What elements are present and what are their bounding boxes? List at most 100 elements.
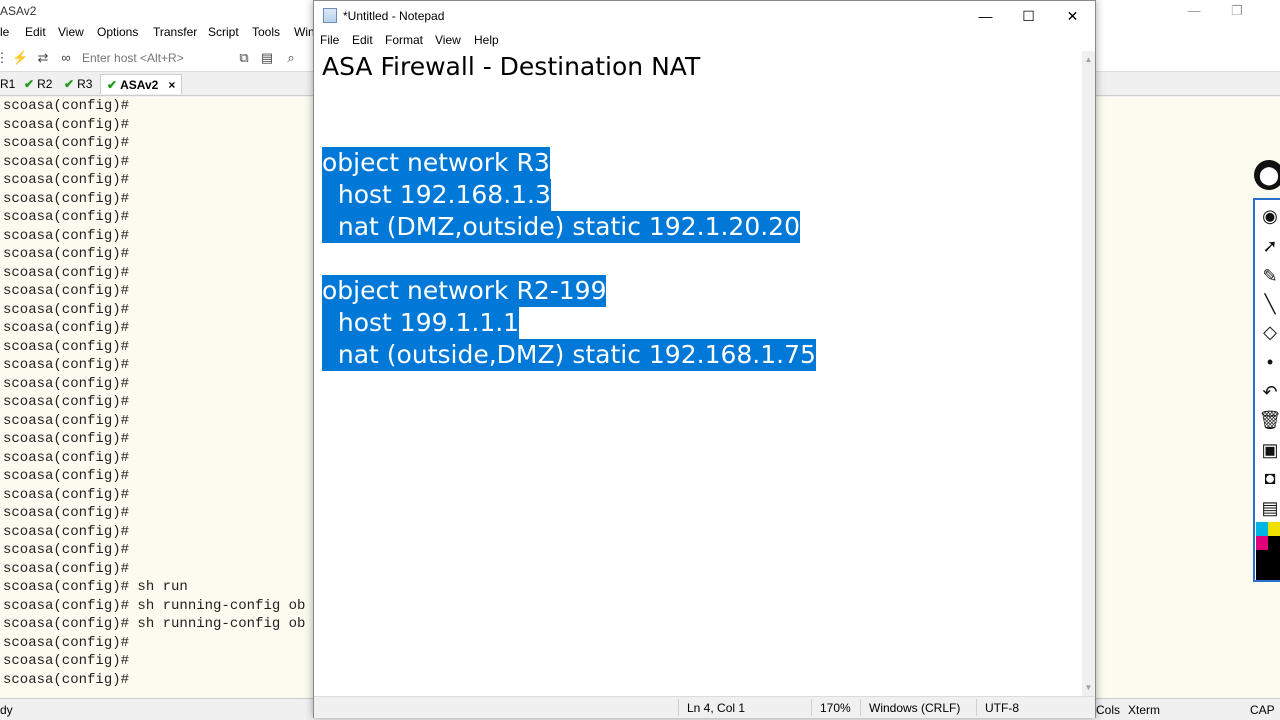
color-swatch-magenta[interactable] [1256,536,1268,550]
crt-window-title: ASAv2 [0,4,37,18]
pencil-icon[interactable]: ✎ [1258,264,1280,288]
document-text-line: host 192.168.1.3 [322,179,551,211]
lightning-icon[interactable]: ⚡ [12,50,28,66]
menu-edit[interactable]: Edit [352,33,373,47]
status-divider [678,699,679,716]
connect-icon[interactable]: ⋮ [0,50,10,66]
host-input[interactable] [82,49,227,67]
crt-status-ready: dy [0,703,13,717]
crt-status-terminal: Xterm [1128,703,1161,717]
crt-menu-transfer[interactable]: Transfer [153,25,197,39]
status-cursor-position: Ln 4, Col 1 [687,701,746,715]
draw-tool-logo-icon[interactable]: ⬤ [1254,160,1280,190]
notepad-text-area[interactable]: ASA Firewall - Destination NAT object net… [314,51,1082,696]
terminal-line: scoasa(config)# [3,227,130,244]
menu-format[interactable]: Format [385,33,423,47]
crt-menu-window[interactable]: Win [294,25,315,39]
status-encoding: UTF-8 [985,701,1019,715]
camera-icon[interactable]: ◘ [1258,466,1280,490]
terminal-line: scoasa(config)# [3,357,130,373]
color-swatch-yellow[interactable] [1268,522,1280,536]
color-swatch-black[interactable] [1268,536,1280,550]
tab-r3[interactable]: ✔ R3 [64,74,92,94]
check-icon: ✔ [107,78,118,92]
terminal-line: scoasa(config)# [3,153,130,170]
document-text-line: nat (outside,DMZ) static 192.168.1.75 [322,339,816,371]
crt-menu-view[interactable]: View [58,25,84,39]
terminal-line: scoasa(config)# [3,560,130,577]
crt-menu-options[interactable]: Options [97,25,138,39]
terminal-line: scoasa(config)# [3,394,130,410]
trash-icon[interactable]: 🗑 [1258,408,1280,432]
tab-asav2[interactable]: ✔ ASAv2 × [100,74,183,94]
terminal-line: scoasa(config)# [3,98,130,114]
document-text-line: nat (DMZ,outside) static 192.1.20.20 [322,211,800,243]
minimize-button[interactable]: — [963,1,1008,31]
terminal-lines: scoasa(config)# scoasa(config)# scoasa(con… [3,97,305,689]
notepad-menu-bar: File Edit Format View Help [314,31,1095,51]
close-button[interactable]: ✕ [1050,1,1095,31]
find-icon[interactable]: ⌕ [283,50,299,66]
scroll-up-icon[interactable]: ▲ [1082,53,1095,67]
terminal-line: scoasa(config)# [3,634,130,651]
document-heading-line: ASA Firewall - Destination NAT [322,52,701,81]
dot-icon[interactable]: • [1258,350,1280,374]
check-icon: ✔ [64,77,75,91]
crt-status-cols: Cols [1096,703,1121,717]
paste-icon[interactable]: ▤ [259,50,275,66]
terminal-line: scoasa(config)# [3,431,130,447]
terminal-line: scoasa(config)# sh run [3,579,188,595]
vertical-scrollbar[interactable]: ▲ ▼ [1082,51,1095,696]
terminal-line: scoasa(config)# [3,246,130,262]
status-divider [976,699,977,716]
terminal-line: scoasa(config)# [3,542,130,558]
menu-file[interactable]: File [320,33,339,47]
pointer-icon[interactable]: ➚ [1258,234,1280,258]
color-palette [1256,522,1280,580]
notepad-title: *Untitled - Notepad [343,9,445,23]
crt-menu-script[interactable]: Script [208,25,239,39]
terminal-line: scoasa(config)# [3,283,130,299]
terminal-line: scoasa(config)# [3,671,130,688]
status-line-endings: Windows (CRLF) [869,701,961,715]
terminal-line: scoasa(config)# [3,116,130,133]
check-icon: ✔ [24,77,35,91]
terminal-line: scoasa(config)# [3,653,130,669]
color-swatch-black-large[interactable] [1256,550,1280,580]
eye-icon[interactable]: ◉ [1258,204,1280,228]
terminal-line: scoasa(config)# [3,375,130,392]
tab-label: R1 [0,77,16,91]
clipboard-icon[interactable]: ▤ [1258,496,1280,520]
menu-view[interactable]: View [435,33,461,47]
link-icon[interactable]: ∞ [58,50,74,66]
terminal-line: scoasa(config)# [3,172,130,188]
eraser-icon[interactable]: ◇ [1258,320,1280,344]
crt-menu-edit[interactable]: Edit [25,25,46,39]
menu-help[interactable]: Help [474,33,499,47]
crt-maximize-button[interactable]: ❐ [1214,0,1260,22]
tab-label: R3 [77,77,93,91]
maximize-button[interactable]: ☐ [1006,1,1051,31]
color-swatch-cyan[interactable] [1256,522,1268,536]
status-divider [860,699,861,716]
terminal-line: scoasa(config)# [3,468,130,484]
tab-label: R2 [37,77,53,91]
line-icon[interactable]: ╲ [1258,292,1280,316]
terminal-line: scoasa(config)# [3,505,130,521]
document-text-line: object network R3 [322,147,550,179]
screen-icon[interactable]: ▣ [1258,438,1280,462]
terminal-line: scoasa(config)# [3,190,130,207]
crt-menu-tools[interactable]: Tools [252,25,280,39]
terminal-line: scoasa(config)# [3,338,130,355]
tab-r2[interactable]: ✔ R2 [24,74,52,94]
tab-close-icon[interactable]: × [168,78,175,92]
scroll-down-icon[interactable]: ▼ [1082,681,1095,695]
notepad-icon [323,8,337,23]
reconnect-icon[interactable]: ⇄ [35,50,51,66]
terminal-line: scoasa(config)# [3,412,130,429]
crt-minimize-button[interactable]: — [1171,0,1217,22]
tab-r1[interactable]: R1 [0,74,15,94]
undo-icon[interactable]: ↶ [1258,380,1280,404]
crt-menu-file[interactable]: le [0,25,9,39]
copy-icon[interactable]: ⧉ [236,50,252,66]
